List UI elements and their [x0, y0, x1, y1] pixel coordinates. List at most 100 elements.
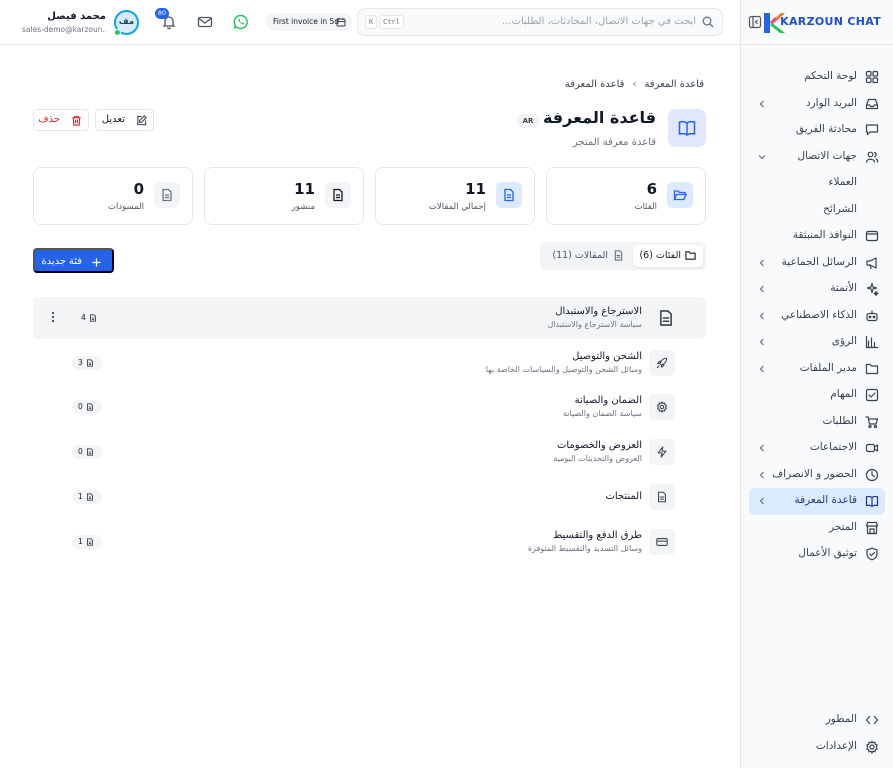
article-count: 1 [78, 537, 83, 546]
delete-button[interactable]: حذف [33, 109, 89, 131]
sidebar-item-label: الاجتماعات [809, 441, 857, 453]
sidebar-item[interactable]: المطور [749, 707, 885, 734]
category-description: وسائل التسديد والتقسيط المتوفرة [527, 544, 642, 553]
trash-icon [72, 115, 81, 126]
breadcrumb: قاعدة المعرفة › قاعدة المعرفة [563, 79, 706, 90]
sidebar-item-label: المهام [830, 388, 857, 400]
chevron-left-icon [759, 338, 764, 346]
document-icon [87, 403, 93, 411]
tab-articles[interactable]: المقالات (11) [542, 245, 630, 267]
clock-icon [865, 468, 879, 481]
stat-label: منشور [291, 202, 315, 212]
sidebar-item[interactable]: توثيق الأعمال [749, 541, 885, 568]
sidebar-item[interactable]: الاجتماعات [749, 435, 885, 462]
stat-icon-tile [667, 182, 693, 208]
article-count-badge: 4 [75, 311, 105, 325]
stat-card-drafts: 0 المسودات [33, 167, 193, 225]
sidebar-item[interactable]: البريد الوارد [749, 91, 885, 118]
chevron-down-icon [758, 154, 766, 159]
category-name: المنتجات [605, 491, 642, 502]
sidebar-item-label: المطور [825, 713, 857, 725]
user-name: محمد فيصل [47, 11, 106, 22]
sidebar-item[interactable]: الذكاء الاصطناعي [749, 303, 885, 330]
category-row[interactable]: العروض والخصومات العروض والتحديثات اليومي… [33, 431, 706, 473]
calendar-icon [336, 18, 346, 27]
sidebar-item[interactable]: جهات الاتصال [749, 144, 885, 171]
sidebar-item[interactable]: الإعدادات [749, 734, 885, 761]
chevron-left-icon [759, 285, 764, 293]
sidebar-collapse-icon[interactable] [748, 15, 762, 29]
tab-categories-label: الفئات (6) [639, 250, 681, 261]
article-count: 0 [78, 447, 83, 456]
book-icon [865, 495, 879, 507]
stat-label: الفئات [634, 202, 657, 212]
sidebar-item[interactable]: محادثة الفريق [749, 117, 885, 144]
page-subtitle: قاعدة معرفة المتجر [572, 137, 656, 148]
video-icon [865, 443, 879, 453]
category-row[interactable]: طرق الدفع والتقسيط وسائل التسديد والتقسيط… [33, 521, 706, 563]
breadcrumb-current: قاعدة المعرفة [564, 79, 625, 90]
tab-categories[interactable]: الفئات (6) [633, 245, 703, 267]
new-category-button[interactable]: فئة جديدة [33, 248, 114, 273]
shortcut-key-ctrl: Ctrl [379, 15, 404, 29]
view-tabs: الفئات (6) المقالات (11) [540, 242, 706, 270]
sidebar-item[interactable]: النوافذ المنبثقة [749, 223, 885, 250]
document-icon [87, 448, 93, 456]
sidebar-item-label: مدير الملفات [799, 361, 857, 374]
chevron-left-icon [759, 497, 764, 505]
sidebar-item[interactable]: الحضور و الانصراف [749, 462, 885, 489]
sidebar-item-label: توثيق الأعمال [798, 547, 857, 559]
shield-check-icon [866, 547, 878, 561]
category-row[interactable]: الشحن والتوصيل وسائل الشحن والتوصيل والسي… [33, 342, 706, 384]
gear-icon [866, 739, 878, 754]
category-row[interactable]: الضمان والصيانة سياسة الضمان والصيانة 0 [33, 386, 706, 428]
sidebar-item[interactable]: مدير الملفات [749, 356, 885, 383]
mail-icon[interactable] [197, 14, 213, 30]
sidebar-item-label: لوحة التحكم [804, 70, 857, 82]
sidebar-bottom-nav: المطور الإعدادات [749, 707, 885, 760]
sidebar-item-label: الطلبات [822, 414, 857, 427]
stat-card-categories: 6 الفئات [546, 167, 706, 225]
more-options-icon[interactable] [47, 310, 59, 324]
checkbox-icon [865, 388, 879, 402]
sidebar-item[interactable]: المهام [749, 382, 885, 409]
sidebar-item[interactable]: الأتمتة [749, 276, 885, 303]
language-badge: AR [516, 114, 540, 128]
article-count: 0 [78, 402, 83, 411]
category-row[interactable]: الاسترجاع والاستبدال سياسة الاسترجاع والا… [33, 297, 706, 339]
sidebar-item-label: العملاء [828, 176, 857, 188]
breadcrumb-link[interactable]: قاعدة المعرفة [644, 79, 704, 90]
sidebar-item[interactable]: العملاء [749, 170, 885, 197]
document-icon [162, 188, 172, 202]
main-content: قاعدة المعرفة › قاعدة المعرفة قاعدة المعرف… [0, 45, 740, 768]
brand-bar: KARZOUN CHAT [740, 0, 893, 45]
sidebar-item[interactable]: الرسائل الجماعية [749, 250, 885, 277]
sidebar-item[interactable]: الشرائح [749, 197, 885, 224]
sidebar-item-label: الرؤى [831, 335, 857, 347]
cart-icon [865, 415, 879, 428]
sidebar-item[interactable]: الرؤى [749, 329, 885, 356]
chevron-left-icon [759, 365, 764, 372]
sidebar-item[interactable]: الطلبات [749, 409, 885, 436]
sidebar-item-label: محادثة الفريق [795, 123, 857, 135]
global-search[interactable]: ابحث في جهات الاتصال، المحادثات، الطلبات… [357, 8, 723, 36]
search-placeholder: ابحث في جهات الاتصال، المحادثات، الطلبات… [502, 16, 696, 27]
whatsapp-icon[interactable] [233, 14, 249, 30]
code-icon [865, 715, 879, 725]
document-icon [504, 188, 514, 202]
sidebar: KARZOUN CHAT لوحة التحكم البريد الوارد محا… [740, 0, 893, 768]
popup-icon [865, 230, 879, 242]
sidebar-item-label: الأتمتة [830, 282, 857, 294]
sidebar-item[interactable]: المتجر [749, 515, 885, 542]
lightning-icon [657, 446, 667, 458]
folder-icon [865, 363, 879, 374]
article-count-badge: 3 [72, 356, 102, 370]
invoice-reminder-pill[interactable]: First invoice in 5d [266, 13, 352, 31]
chevron-left-icon [759, 471, 764, 478]
sidebar-item[interactable]: لوحة التحكم [749, 64, 885, 91]
category-row[interactable]: المنتجات 1 [33, 476, 706, 518]
credit-card-icon [656, 538, 668, 546]
edit-button[interactable]: تعديل [95, 109, 154, 131]
sidebar-item[interactable]: قاعدة المعرفة [749, 488, 885, 515]
stat-label: إجمالي المقالات [428, 202, 486, 212]
